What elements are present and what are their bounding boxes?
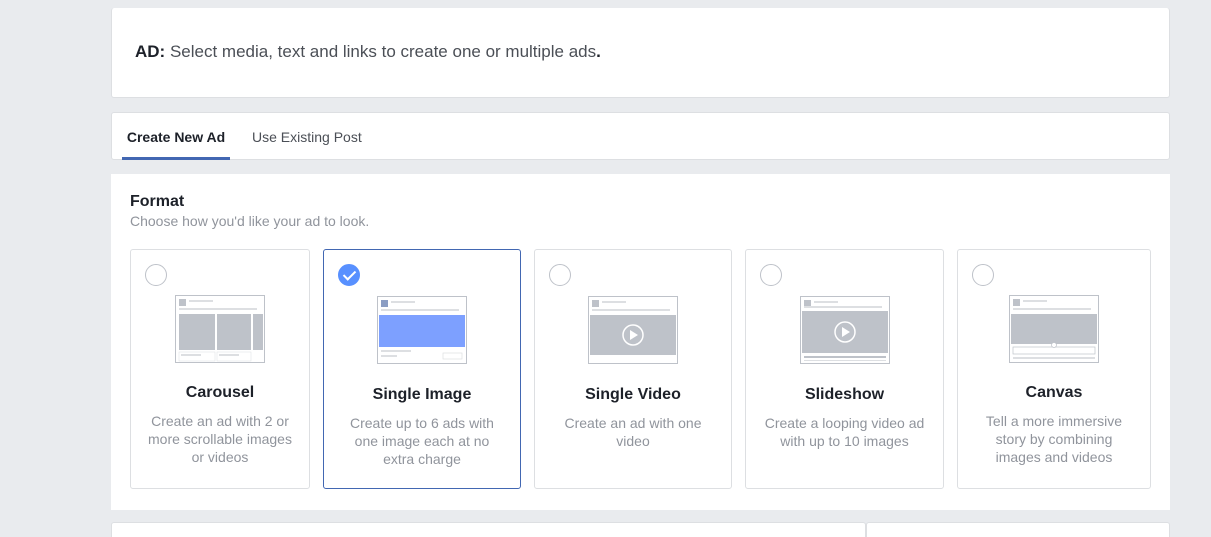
single-video-preview-icon <box>588 296 678 364</box>
format-section: Format Choose how you'd like your ad to … <box>111 174 1170 510</box>
ad-header-panel: AD: Select media, text and links to crea… <box>111 8 1170 98</box>
carousel-preview-icon <box>175 295 265 363</box>
carousel-description: Create an ad with 2 or more scrollable i… <box>148 413 292 465</box>
slideshow-radio[interactable] <box>760 264 782 286</box>
format-title: Format <box>130 193 185 210</box>
slideshow-description: Create a looping video ad with up to 10 … <box>764 415 925 449</box>
carousel-title: Carousel <box>185 384 255 401</box>
next-section-panel-right <box>866 522 1170 537</box>
slideshow-title: Slideshow <box>804 386 885 403</box>
format-card-single-image[interactable]: Single Image Create up to 6 ads with one… <box>323 249 521 489</box>
format-subtitle: Choose how you'd like your ad to look. <box>130 213 370 229</box>
canvas-title: Canvas <box>1025 384 1083 401</box>
ad-instructions: Select media, text and links to create o… <box>169 42 597 61</box>
ad-label: AD: <box>135 42 166 61</box>
single-image-description: Create up to 6 ads with one image each a… <box>350 415 494 467</box>
carousel-radio[interactable] <box>145 264 167 286</box>
ad-instructions-period: . <box>596 42 601 61</box>
format-card-canvas[interactable]: Canvas Tell a more immersive story by co… <box>957 249 1151 489</box>
format-card-single-video[interactable]: Single Video Create an ad with one video <box>534 249 732 489</box>
canvas-description: Tell a more immersive story by combining… <box>985 413 1123 465</box>
tab-use-existing-post[interactable]: Use Existing Post <box>252 113 362 160</box>
format-card-slideshow[interactable]: Slideshow Create a looping video ad with… <box>745 249 944 489</box>
canvas-preview-icon <box>1009 295 1099 363</box>
ad-source-tabs: Create New Ad Use Existing Post <box>111 112 1170 160</box>
canvas-radio[interactable] <box>972 264 994 286</box>
slideshow-preview-icon <box>799 296 890 364</box>
single-video-radio[interactable] <box>549 264 571 286</box>
ad-header-text: AD: Select media, text and links to crea… <box>135 42 601 62</box>
next-section-panel-left <box>111 522 866 537</box>
single-image-preview-icon <box>377 296 467 364</box>
single-video-title: Single Video <box>585 386 681 403</box>
format-card-carousel[interactable]: Carousel Create an ad with 2 or more scr… <box>130 249 310 489</box>
single-image-title: Single Image <box>372 386 472 403</box>
single-video-description: Create an ad with one video <box>564 415 702 449</box>
tab-create-new-ad[interactable]: Create New Ad <box>122 113 230 160</box>
single-image-radio-checked[interactable] <box>338 264 360 286</box>
